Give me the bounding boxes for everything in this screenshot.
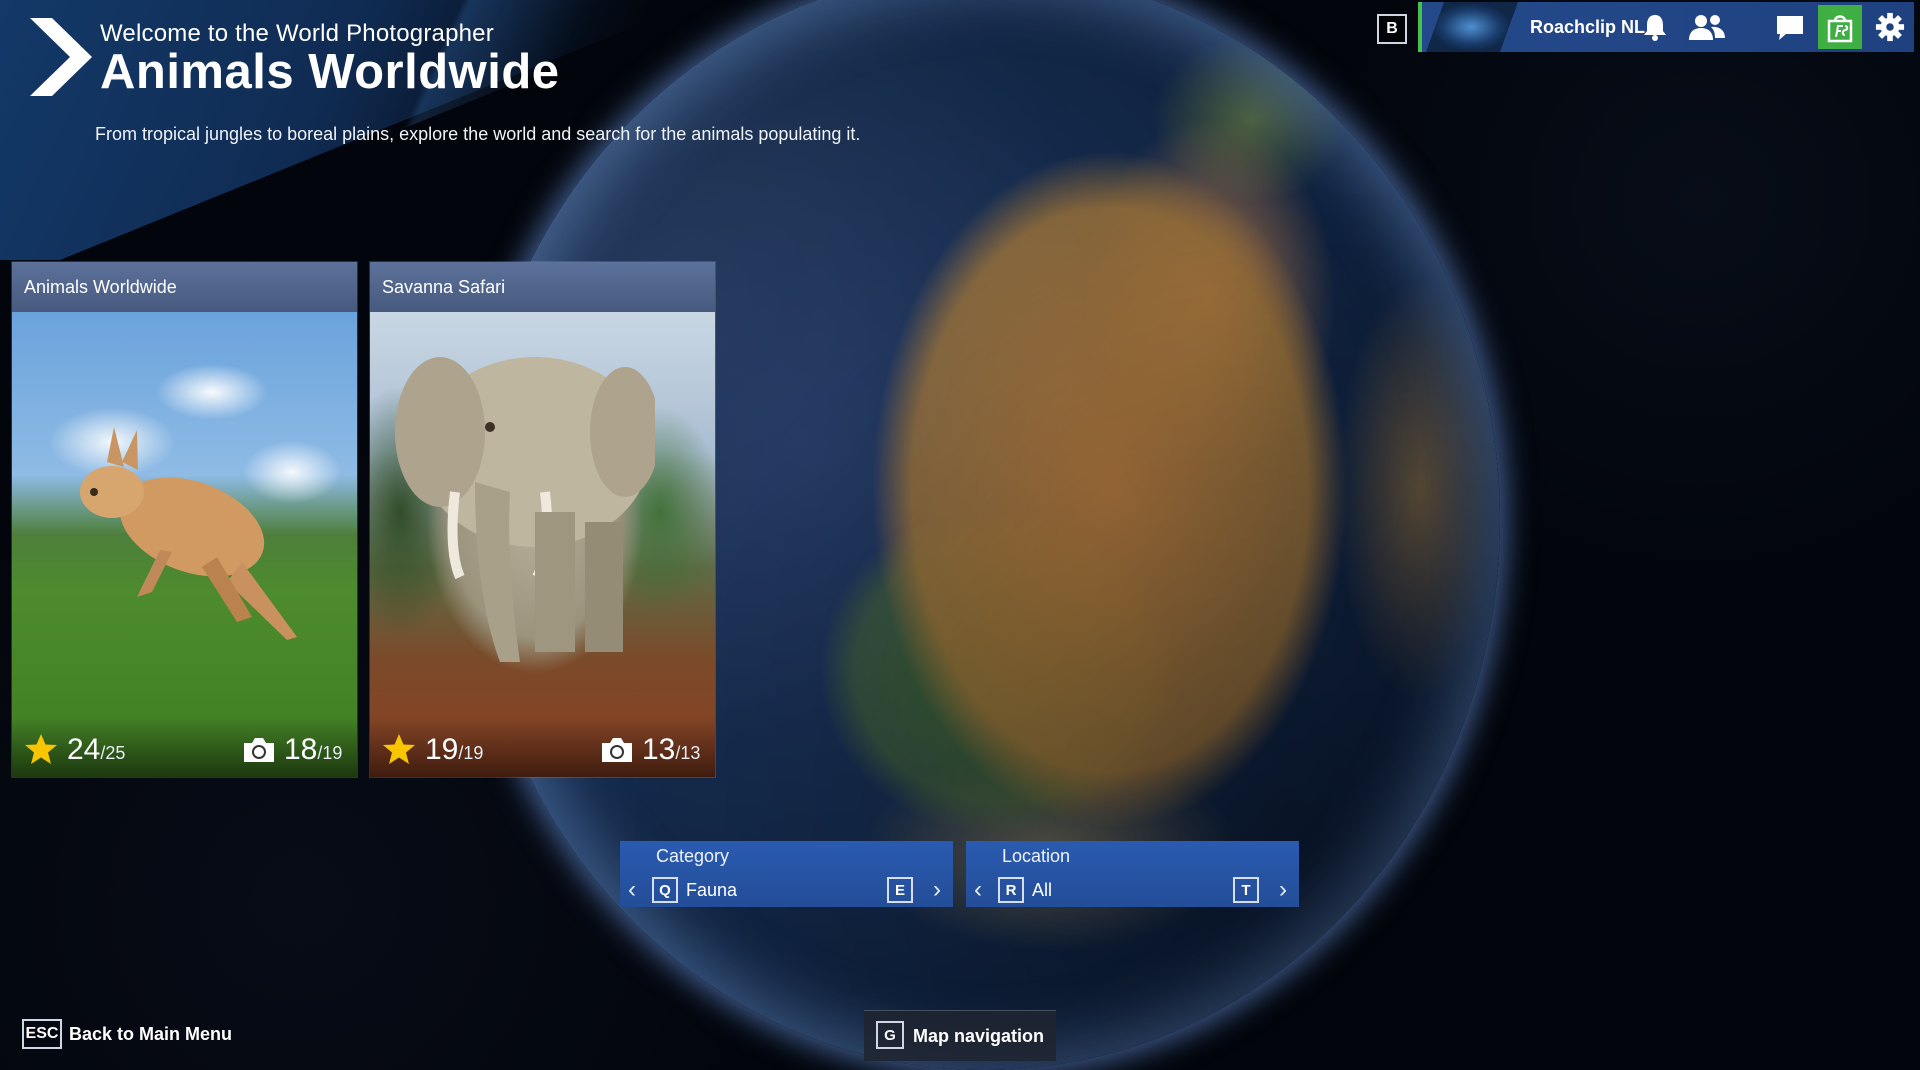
- t-key-hint: T: [1233, 877, 1259, 903]
- category-selector[interactable]: ‹ Q Fauna E ›: [620, 875, 953, 905]
- photos-count: 18/19: [284, 733, 343, 766]
- elephant-illustration: [395, 357, 655, 662]
- photos-count: 13/13: [642, 733, 701, 766]
- avatar[interactable]: [1426, 2, 1518, 52]
- kangaroo-illustration: [80, 427, 297, 640]
- r-key-hint: R: [998, 877, 1024, 903]
- location-value: All: [1032, 880, 1053, 900]
- chevron-left-icon[interactable]: ‹: [974, 877, 982, 903]
- stars-count: 24/25: [67, 733, 126, 766]
- map-navigation-button[interactable]: G Map navigation: [864, 1010, 1056, 1061]
- card-image-elephant: [370, 312, 715, 777]
- challenge-card-animals-worldwide[interactable]: Animals Worldwide 24/25 18/19: [12, 262, 357, 777]
- camera-icon: [602, 738, 632, 762]
- q-key-hint: Q: [652, 877, 678, 903]
- category-filter[interactable]: Category ‹ Q Fauna E ›: [620, 841, 953, 907]
- chevron-right-icon[interactable]: ›: [1279, 877, 1287, 903]
- friends-icon[interactable]: [1687, 12, 1727, 42]
- gear-icon[interactable]: [1874, 12, 1906, 42]
- page-title: Animals Worldwide: [100, 45, 560, 99]
- category-label: Category: [656, 846, 730, 866]
- location-label: Location: [1002, 846, 1071, 866]
- esc-key-hint[interactable]: ESC: [22, 1019, 62, 1049]
- chat-icon[interactable]: [1774, 12, 1806, 42]
- category-value: Fauna: [686, 880, 738, 900]
- g-key-hint: G: [876, 1021, 904, 1049]
- e-key-hint: E: [887, 877, 913, 903]
- location-selector[interactable]: ‹ R All T ›: [966, 875, 1299, 905]
- star-icon: [383, 734, 415, 764]
- chevron-left-icon[interactable]: ‹: [628, 877, 636, 903]
- challenge-card-savanna-safari[interactable]: Savanna Safari 19/19 13/13: [370, 262, 715, 777]
- back-to-main-menu-button[interactable]: Back to Main Menu: [69, 1024, 232, 1045]
- store-icon[interactable]: [1818, 5, 1862, 49]
- camera-icon: [244, 738, 274, 762]
- chevron-logo-icon: [30, 18, 92, 96]
- shopping-bag-icon: [1827, 15, 1853, 43]
- bell-icon[interactable]: [1639, 12, 1671, 42]
- b-key-hint: B: [1377, 14, 1407, 44]
- card-stats: 19/19 13/13: [370, 717, 715, 777]
- card-title: Animals Worldwide: [12, 262, 357, 312]
- card-image-kangaroo: [12, 312, 357, 777]
- star-icon: [25, 734, 57, 764]
- card-title: Savanna Safari: [370, 262, 715, 312]
- chevron-right-icon[interactable]: ›: [933, 877, 941, 903]
- stars-count: 19/19: [425, 733, 484, 766]
- page-subtitle: From tropical jungles to boreal plains, …: [95, 124, 861, 144]
- card-stats: 24/25 18/19: [12, 717, 357, 777]
- username[interactable]: Roachclip NL: [1530, 17, 1645, 38]
- profile-bar: Roachclip NL: [1418, 2, 1914, 52]
- location-filter[interactable]: Location ‹ R All T ›: [966, 841, 1299, 907]
- map-navigation-label: Map navigation: [913, 1026, 1045, 1046]
